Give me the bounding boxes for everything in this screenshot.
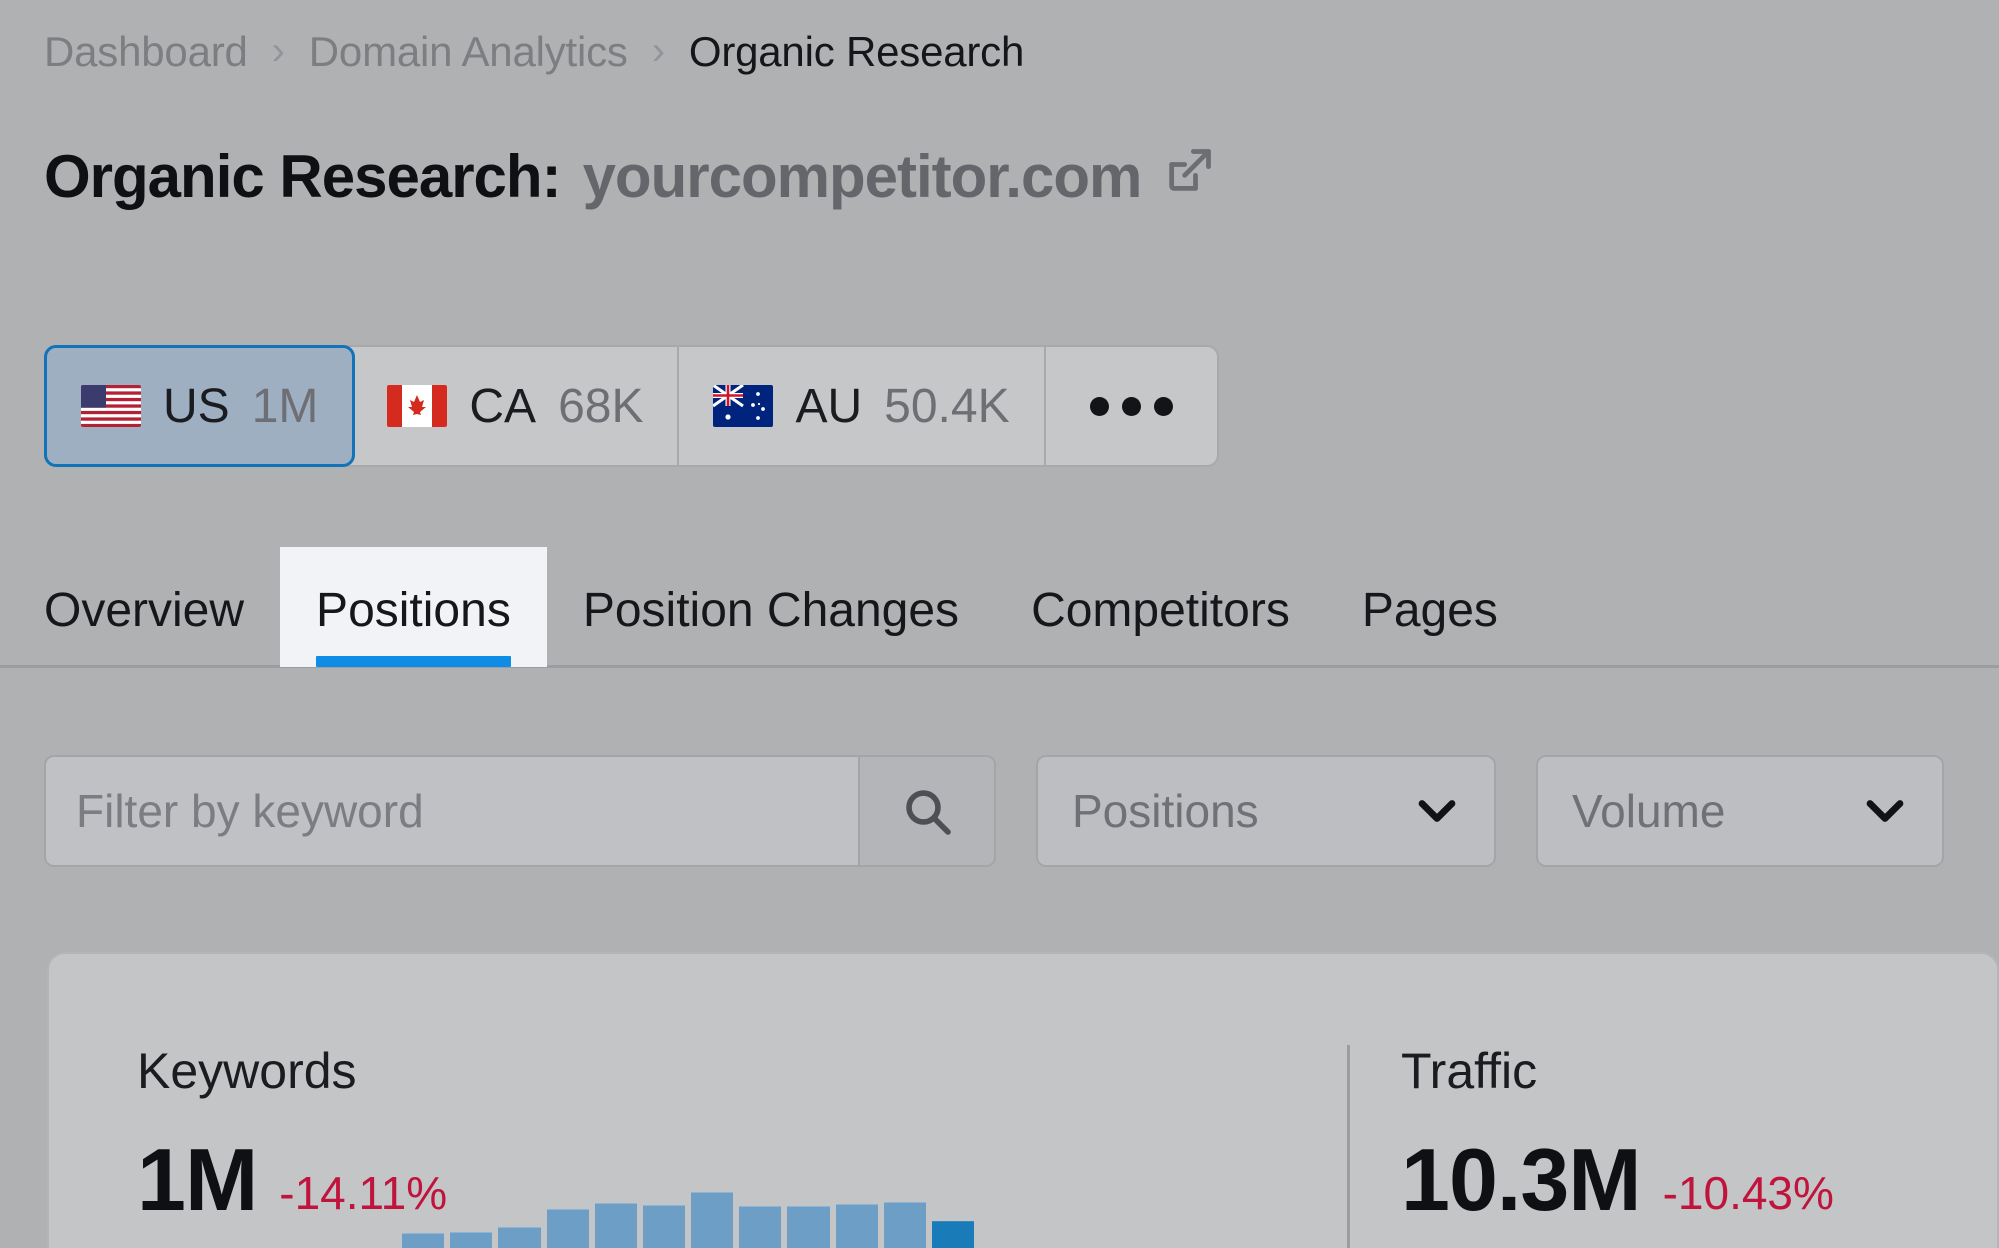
volume-dropdown[interactable]: Volume (1536, 755, 1944, 867)
tab-label: Positions (316, 584, 511, 637)
country-code-au: AU (795, 379, 863, 433)
keywords-trend-chart (402, 1180, 975, 1248)
chart-bar (450, 1231, 493, 1248)
country-count-us: 1M (251, 379, 319, 433)
tab-navigation: Overview Positions Position Changes Comp… (0, 547, 1999, 668)
chart-bar (787, 1206, 830, 1248)
page-title: Organic Research: yourcompetitor.com (44, 142, 1215, 211)
metric-keywords: Keywords 1M -14.11% (137, 954, 447, 1229)
metric-traffic-delta: -10.43% (1662, 1166, 1834, 1219)
breadcrumb: Dashboard › Domain Analytics › Organic R… (44, 28, 1024, 76)
au-flag-icon (713, 385, 774, 427)
chart-bar (883, 1202, 926, 1248)
more-countries-icon (1153, 396, 1173, 416)
metric-traffic-label: Traffic (1401, 1043, 1538, 1099)
chevron-down-icon (1414, 796, 1460, 826)
chart-bar (835, 1204, 878, 1248)
tab-label: Competitors (1031, 584, 1290, 637)
country-count-ca: 68K (558, 379, 644, 433)
active-tab-indicator (316, 656, 511, 667)
chart-bar (931, 1220, 975, 1248)
breadcrumb-separator-icon: › (271, 29, 285, 73)
keyword-filter (44, 755, 996, 867)
tab-position-changes[interactable]: Position Changes (547, 547, 995, 667)
page-title-domain: yourcompetitor.com (582, 143, 1143, 210)
chart-bar (691, 1192, 734, 1248)
volume-dropdown-label: Volume (1572, 785, 1726, 837)
search-input[interactable] (46, 757, 858, 865)
country-selector: US 1M CA 68K AU 50.4K (44, 345, 1219, 467)
country-code-ca: CA (469, 379, 537, 433)
chart-bar (642, 1205, 686, 1248)
more-countries-icon (1121, 396, 1141, 416)
metrics-summary-card: Keywords 1M -14.11% Traffic 10.3M -10.43… (47, 952, 1999, 1248)
country-pill-us[interactable]: US 1M (44, 345, 356, 467)
ca-flag-icon (387, 385, 448, 427)
tab-label: Position Changes (582, 584, 960, 637)
tab-label: Overview (44, 584, 245, 637)
breadcrumb-item-domain-analytics[interactable]: Domain Analytics (309, 28, 628, 76)
positions-dropdown-label: Positions (1072, 785, 1259, 837)
tab-competitors[interactable]: Competitors (995, 547, 1326, 667)
search-icon (906, 790, 951, 835)
chart-bar (546, 1208, 589, 1248)
us-flag-icon (81, 385, 141, 427)
tab-pages[interactable]: Pages (1326, 547, 1534, 667)
metric-traffic: Traffic 10.3M -10.43% (1401, 954, 1834, 1229)
more-countries-button[interactable] (1045, 347, 1217, 465)
breadcrumb-item-dashboard[interactable]: Dashboard (44, 28, 248, 76)
positions-dropdown[interactable]: Positions (1036, 755, 1496, 867)
country-pill-ca[interactable]: CA 68K (353, 347, 680, 465)
country-count-au: 50.4K (884, 379, 1010, 433)
breadcrumb-item-organic-research[interactable]: Organic Research (689, 28, 1024, 76)
tab-label: Pages (1361, 584, 1498, 637)
tab-overview[interactable]: Overview (44, 547, 280, 667)
chart-bar (594, 1203, 637, 1248)
external-link-icon[interactable] (1163, 145, 1215, 197)
metric-traffic-value: 10.3M (1401, 1130, 1642, 1229)
metrics-card-divider (1347, 1045, 1350, 1248)
chevron-down-icon (1862, 796, 1908, 826)
chart-bar (402, 1232, 445, 1248)
breadcrumb-separator-icon: › (651, 29, 665, 73)
country-code-us: US (163, 379, 230, 433)
filter-toolbar: Positions Volume (44, 755, 1944, 867)
more-countries-icon (1089, 396, 1109, 416)
country-pill-au[interactable]: AU 50.4K (679, 347, 1046, 465)
tab-positions[interactable]: Positions (280, 547, 547, 667)
search-button[interactable] (858, 757, 994, 865)
chart-bar (739, 1206, 782, 1248)
chart-bar (498, 1227, 541, 1248)
metric-keywords-label: Keywords (137, 1043, 357, 1099)
metric-keywords-value: 1M (137, 1130, 258, 1229)
page-title-prefix: Organic Research: (44, 143, 562, 210)
